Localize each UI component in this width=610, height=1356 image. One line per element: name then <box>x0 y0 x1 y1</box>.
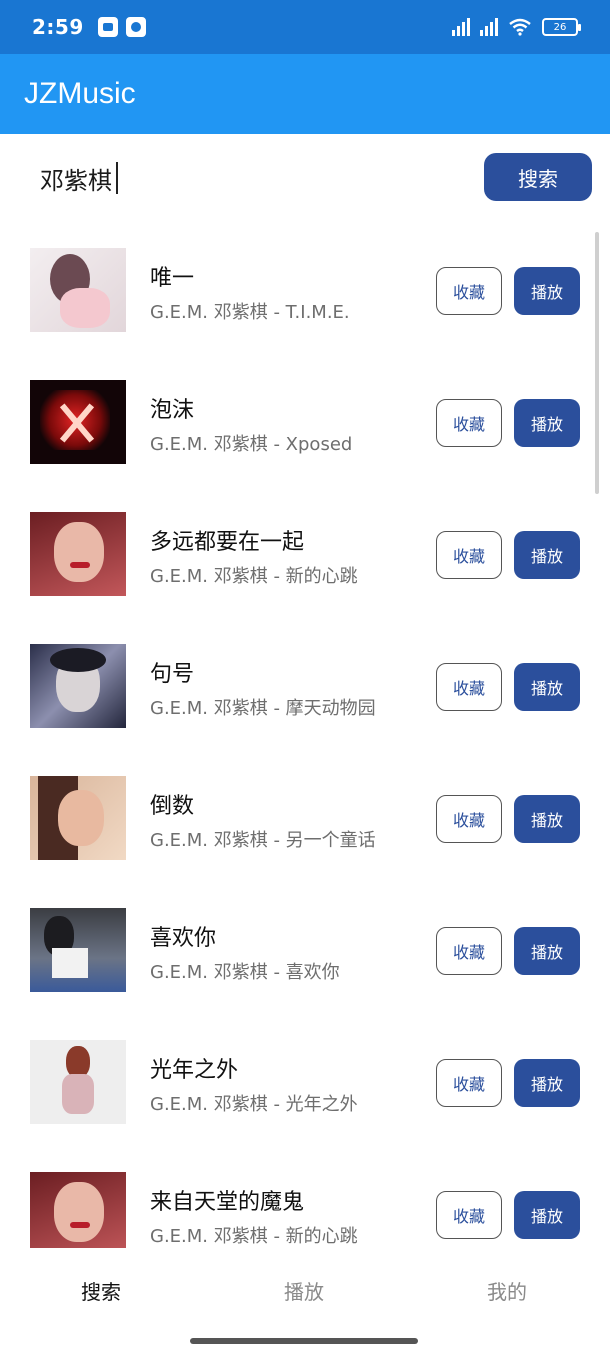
tab-mine[interactable]: 我的 <box>447 1276 567 1305</box>
song-list[interactable]: 唯一 G.E.M. 邓紫棋 - T.I.M.E. 收藏 播放 泡沫 G.E.M.… <box>0 226 610 1248</box>
song-item[interactable]: 唯一 G.E.M. 邓紫棋 - T.I.M.E. 收藏 播放 <box>0 226 610 358</box>
song-artist-album: G.E.M. 邓紫棋 - 摩天动物园 <box>150 698 376 719</box>
play-button[interactable]: 播放 <box>514 267 580 315</box>
play-button[interactable]: 播放 <box>514 1191 580 1239</box>
status-indicators: 26 <box>452 18 581 36</box>
song-title: 倒数 <box>150 794 195 819</box>
favorite-button[interactable]: 收藏 <box>436 795 502 843</box>
song-artist-album: G.E.M. 邓紫棋 - 喜欢你 <box>150 962 340 983</box>
song-title: 句号 <box>150 662 195 687</box>
search-row: 搜索 <box>0 134 610 226</box>
signal-icon <box>452 18 470 36</box>
song-item[interactable]: 喜欢你 G.E.M. 邓紫棋 - 喜欢你 收藏 播放 <box>0 886 610 1018</box>
album-cover-image <box>30 776 126 860</box>
song-item[interactable]: 多远都要在一起 G.E.M. 邓紫棋 - 新的心跳 收藏 播放 <box>0 490 610 622</box>
home-indicator[interactable] <box>190 1338 418 1344</box>
song-item[interactable]: 泡沫 G.E.M. 邓紫棋 - Xposed 收藏 播放 <box>0 358 610 490</box>
status-bar: 2:59 26 <box>0 0 610 54</box>
bottom-nav: 搜索 播放 我的 <box>0 1248 610 1356</box>
song-title: 泡沫 <box>150 398 195 423</box>
album-cover-image <box>30 512 126 596</box>
song-artist-album: G.E.M. 邓紫棋 - 新的心跳 <box>150 566 358 587</box>
song-title: 唯一 <box>150 266 195 291</box>
app-bar: JZMusic <box>0 54 610 134</box>
favorite-button[interactable]: 收藏 <box>436 531 502 579</box>
song-title: 多远都要在一起 <box>150 530 305 555</box>
album-cover-image <box>30 1172 126 1248</box>
song-title: 来自天堂的魔鬼 <box>150 1190 305 1215</box>
favorite-button[interactable]: 收藏 <box>436 663 502 711</box>
play-button[interactable]: 播放 <box>514 399 580 447</box>
song-artist-album: G.E.M. 邓紫棋 - T.I.M.E. <box>150 302 350 323</box>
song-title: 喜欢你 <box>150 926 217 951</box>
image-notification-icon <box>97 17 118 37</box>
album-cover-image <box>30 644 126 728</box>
signal-icon-2 <box>480 18 498 36</box>
album-cover-image <box>30 1040 126 1124</box>
battery-level: 26 <box>553 21 567 33</box>
play-button[interactable]: 播放 <box>514 795 580 843</box>
song-artist-album: G.E.M. 邓紫棋 - 另一个童话 <box>150 830 376 851</box>
song-item[interactable]: 来自天堂的魔鬼 G.E.M. 邓紫棋 - 新的心跳 收藏 播放 <box>0 1150 610 1248</box>
tab-search[interactable]: 搜索 <box>41 1276 161 1305</box>
song-item[interactable]: 句号 G.E.M. 邓紫棋 - 摩天动物园 收藏 播放 <box>0 622 610 754</box>
song-title: 光年之外 <box>150 1058 239 1083</box>
play-button[interactable]: 播放 <box>514 1059 580 1107</box>
song-artist-album: G.E.M. 邓紫棋 - 光年之外 <box>150 1094 358 1115</box>
favorite-button[interactable]: 收藏 <box>436 1059 502 1107</box>
tab-play[interactable]: 播放 <box>244 1276 364 1305</box>
song-item[interactable]: 倒数 G.E.M. 邓紫棋 - 另一个童话 收藏 播放 <box>0 754 610 886</box>
song-artist-album: G.E.M. 邓紫棋 - Xposed <box>150 434 353 455</box>
app-notification-icon <box>125 17 146 37</box>
favorite-button[interactable]: 收藏 <box>436 399 502 447</box>
play-button[interactable]: 播放 <box>514 927 580 975</box>
favorite-button[interactable]: 收藏 <box>436 267 502 315</box>
play-button[interactable]: 播放 <box>514 663 580 711</box>
search-button[interactable]: 搜索 <box>484 153 592 201</box>
album-cover-image <box>30 908 126 992</box>
favorite-button[interactable]: 收藏 <box>436 927 502 975</box>
status-time: 2:59 <box>32 15 84 39</box>
battery-icon: 26 <box>542 18 581 36</box>
app-title: JZMusic <box>24 77 136 110</box>
album-cover-image <box>30 380 126 464</box>
favorite-button[interactable]: 收藏 <box>436 1191 502 1239</box>
song-artist-album: G.E.M. 邓紫棋 - 新的心跳 <box>150 1226 358 1247</box>
wifi-icon <box>509 18 531 36</box>
album-cover-image <box>30 248 126 332</box>
search-input[interactable] <box>40 156 460 200</box>
play-button[interactable]: 播放 <box>514 531 580 579</box>
song-item[interactable]: 光年之外 G.E.M. 邓紫棋 - 光年之外 收藏 播放 <box>0 1018 610 1150</box>
list-scrollbar[interactable] <box>595 232 599 494</box>
notification-icons <box>97 17 146 37</box>
text-cursor <box>116 162 118 194</box>
